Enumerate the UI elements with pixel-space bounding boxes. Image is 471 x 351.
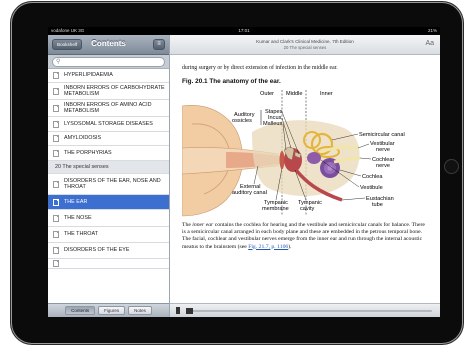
status-bar: vodafone UK 3G 17:01 21%	[48, 27, 440, 35]
toc-item-label: 20 The special senses	[55, 163, 109, 170]
label-malleus: Malleus	[263, 121, 282, 127]
toc-item-label: DISORDERS OF THE EYE	[64, 247, 130, 254]
document-icon	[53, 104, 59, 112]
label-vestibule: Vestibule	[360, 185, 383, 191]
search-input[interactable]	[63, 58, 153, 66]
label-ossicles: ossicles	[232, 118, 252, 124]
temporal-bone	[252, 120, 360, 197]
chapter-title: 20 The special senses	[283, 45, 327, 50]
search-field-wrapper: ⚲	[52, 57, 165, 67]
toc-item[interactable]: THE PORPHYRIAS	[48, 146, 169, 161]
label-cochlear-2: nerve	[376, 163, 390, 169]
document-icon	[53, 135, 59, 142]
document-icon	[53, 180, 59, 188]
toc-item[interactable]: THE NOSE	[48, 210, 169, 227]
toc-item[interactable]: LYSOSOMAL STORAGE DISEASES	[48, 117, 169, 132]
search-icon: ⚲	[56, 59, 61, 65]
font-size-button[interactable]: Aa	[425, 40, 434, 47]
tab-figures[interactable]: Figures	[98, 306, 126, 315]
document-icon	[53, 214, 59, 222]
label-tympanic-m2: membrane	[262, 206, 289, 212]
scrubber-knob[interactable]	[186, 308, 193, 314]
tab-notes[interactable]: Notes	[128, 306, 152, 315]
lead-paragraph: during surgery or by direct extension of…	[182, 65, 338, 71]
toc-item[interactable]: THE THROAT	[48, 227, 169, 243]
toc-item-label: LYSOSOMAL STORAGE DISEASES	[64, 120, 153, 127]
body-text-3: ).	[288, 243, 292, 250]
toc-item-label: THE THROAT	[64, 231, 98, 238]
table-of-contents: HYPERLIPIDAEMIA INBORN ERRORS OF CARBOHYD…	[48, 69, 169, 269]
tympanic-membrane-shape	[279, 151, 285, 169]
eustachian-leader	[341, 197, 366, 201]
sidebar-tab-bar: Contents Figures Notes	[48, 303, 169, 317]
document-icon	[53, 247, 59, 254]
body-text-2: contains the cochlea for hearing and the…	[182, 222, 425, 250]
label-middle: Middle	[286, 91, 302, 97]
cochlear-leader	[359, 157, 372, 160]
toc-item-label: THE NOSE	[64, 214, 92, 221]
screen: vodafone UK 3G 17:01 21% Bookshelf Conte…	[48, 27, 440, 317]
contents-sidebar: Bookshelf Contents ≡ ⚲ HYPERLIPIDAEMIA IN…	[48, 35, 170, 317]
toc-item[interactable]: THE EAR	[48, 195, 169, 210]
toc-item[interactable]: HYPERLIPIDAEMIA	[48, 69, 169, 83]
toc-item[interactable]: DISORDERS OF THE EYE	[48, 243, 169, 259]
reader-pane: Kumar and Clark's Clinical Medicine, 7th…	[170, 35, 440, 317]
toc-item-label: INBORN ERRORS OF AMINO ACID METABOLISM	[64, 101, 152, 114]
vestibular-leader	[357, 143, 370, 149]
toc-section-header: 20 The special senses	[48, 161, 169, 174]
body-text-1: The	[182, 222, 193, 228]
document-icon	[53, 120, 59, 128]
toc-item[interactable]: AMYLOIDOSIS	[48, 132, 169, 146]
reader-footer	[170, 303, 440, 317]
toc-item-label: HYPERLIPIDAEMIA	[64, 72, 113, 79]
label-cochlea: Cochlea	[362, 174, 383, 180]
toc-item[interactable]: INBORN ERRORS OF AMINO ACID METABOLISM	[48, 100, 169, 117]
page-body: during surgery or by direct extension of…	[170, 55, 440, 251]
bookmark-icon[interactable]	[176, 307, 180, 314]
document-icon	[53, 87, 59, 95]
toc-item-label: AMYLOIDOSIS	[64, 135, 102, 142]
battery-level: 21%	[427, 28, 437, 33]
label-eustachian-2: tube	[372, 202, 383, 208]
body-italic: inner ear	[192, 222, 214, 228]
clock: 17:01	[238, 28, 250, 33]
book-title: Kumar and Clark's Clinical Medicine, 7th…	[256, 39, 354, 44]
label-tympanic-c2: cavity	[300, 206, 315, 212]
list-menu-icon[interactable]: ≡	[153, 39, 165, 50]
document-icon	[53, 72, 59, 79]
document-icon	[53, 198, 59, 206]
document-icon	[53, 149, 59, 157]
label-outer: Outer	[260, 91, 274, 97]
search-bar: ⚲	[48, 55, 169, 69]
document-icon	[53, 260, 59, 267]
document-icon	[53, 231, 59, 238]
reader-header: Kumar and Clark's Clinical Medicine, 7th…	[170, 35, 440, 55]
toc-item[interactable]: DISORDERS OF THE EAR, NOSE AND THROAT	[48, 174, 169, 195]
page-scrubber[interactable]	[186, 308, 432, 314]
sidebar-header: Bookshelf Contents ≡	[48, 35, 169, 55]
toc-item[interactable]: INBORN ERRORS OF CARBOHYDRATE METABOLISM	[48, 83, 169, 100]
body-paragraph: The inner ear contains the cochlea for h…	[182, 222, 430, 251]
toc-item-label: THE PORPHYRIAS	[64, 149, 112, 156]
label-inner: Inner	[320, 91, 333, 97]
toc-item-label: DISORDERS OF THE EAR, NOSE AND THROAT	[64, 177, 161, 190]
label-external-2: auditory canal	[232, 190, 267, 196]
sidebar-title: Contents	[91, 39, 126, 48]
ear-anatomy-figure[interactable]: Outer Middle Inner Auditory ossicles Sta…	[181, 88, 427, 218]
toc-item-label: INBORN ERRORS OF CARBOHYDRATE METABOLISM	[64, 84, 165, 97]
vestibule-shape	[307, 152, 321, 164]
tab-contents[interactable]: Contents	[65, 306, 96, 315]
figure-reference-link[interactable]: Fig. 21.7, p. 1106	[248, 244, 288, 250]
ear-diagram: Outer Middle Inner Auditory ossicles Sta…	[181, 90, 405, 217]
toc-item-label: THE EAR	[64, 198, 88, 205]
home-button[interactable]	[444, 159, 459, 174]
figure-title: Fig. 20.1 The anatomy of the ear.	[182, 78, 281, 85]
label-vestibular-2: nerve	[376, 147, 390, 153]
toc-item[interactable]	[48, 259, 169, 269]
label-semicircular: Semicircular canal	[359, 132, 405, 138]
